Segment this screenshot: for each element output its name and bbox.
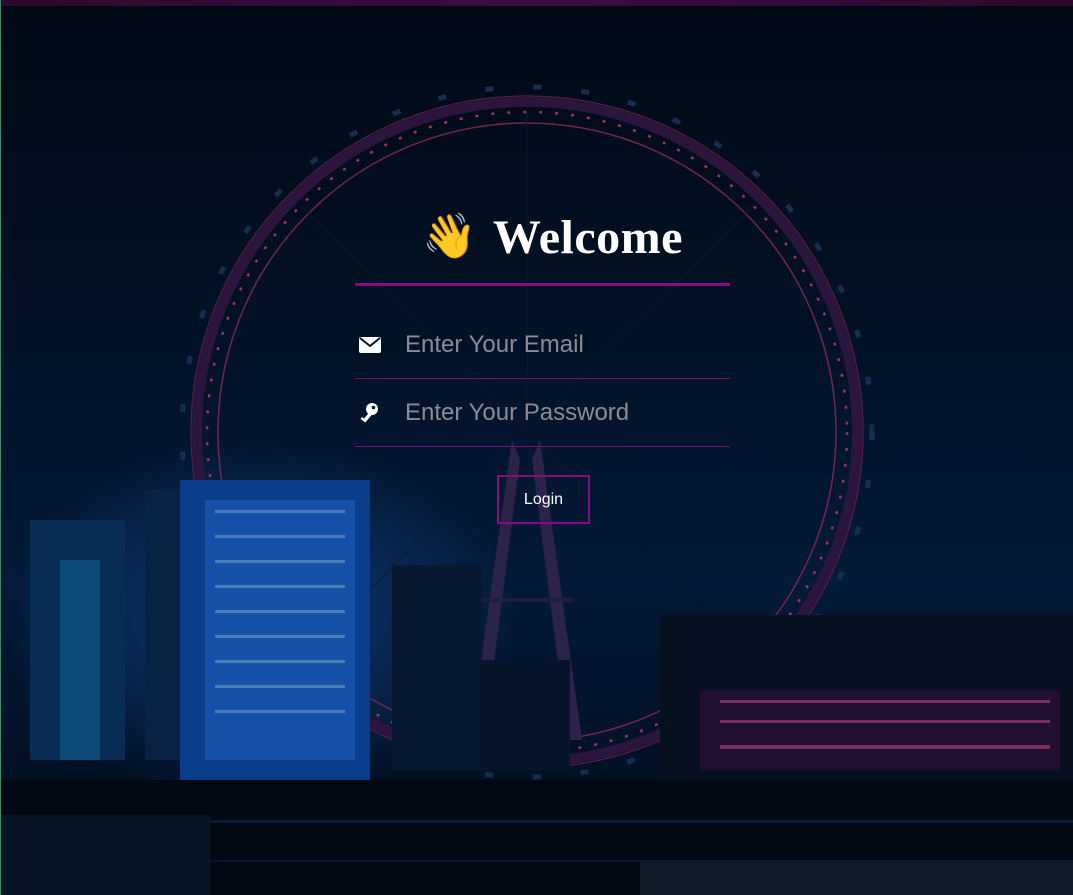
button-row: Login: [355, 475, 730, 524]
key-icon: [355, 402, 405, 424]
top-strip: [0, 0, 1073, 6]
login-button[interactable]: Login: [497, 475, 590, 524]
title-text: Welcome: [492, 210, 683, 264]
title-divider: [355, 283, 730, 286]
password-field-row: [355, 379, 730, 447]
email-input[interactable]: [405, 325, 730, 365]
login-page: 👋 Welcome Enter Your Email Login: [0, 0, 1073, 895]
left-edge-line: [0, 0, 1, 895]
waving-hand-icon: 👋: [422, 212, 477, 261]
email-field-row: [355, 312, 730, 379]
envelope-icon: [355, 337, 405, 353]
login-form: 👋 Welcome Enter Your Email Login: [355, 200, 730, 524]
password-input[interactable]: [405, 392, 730, 433]
login-title: 👋 Welcome: [375, 200, 730, 274]
